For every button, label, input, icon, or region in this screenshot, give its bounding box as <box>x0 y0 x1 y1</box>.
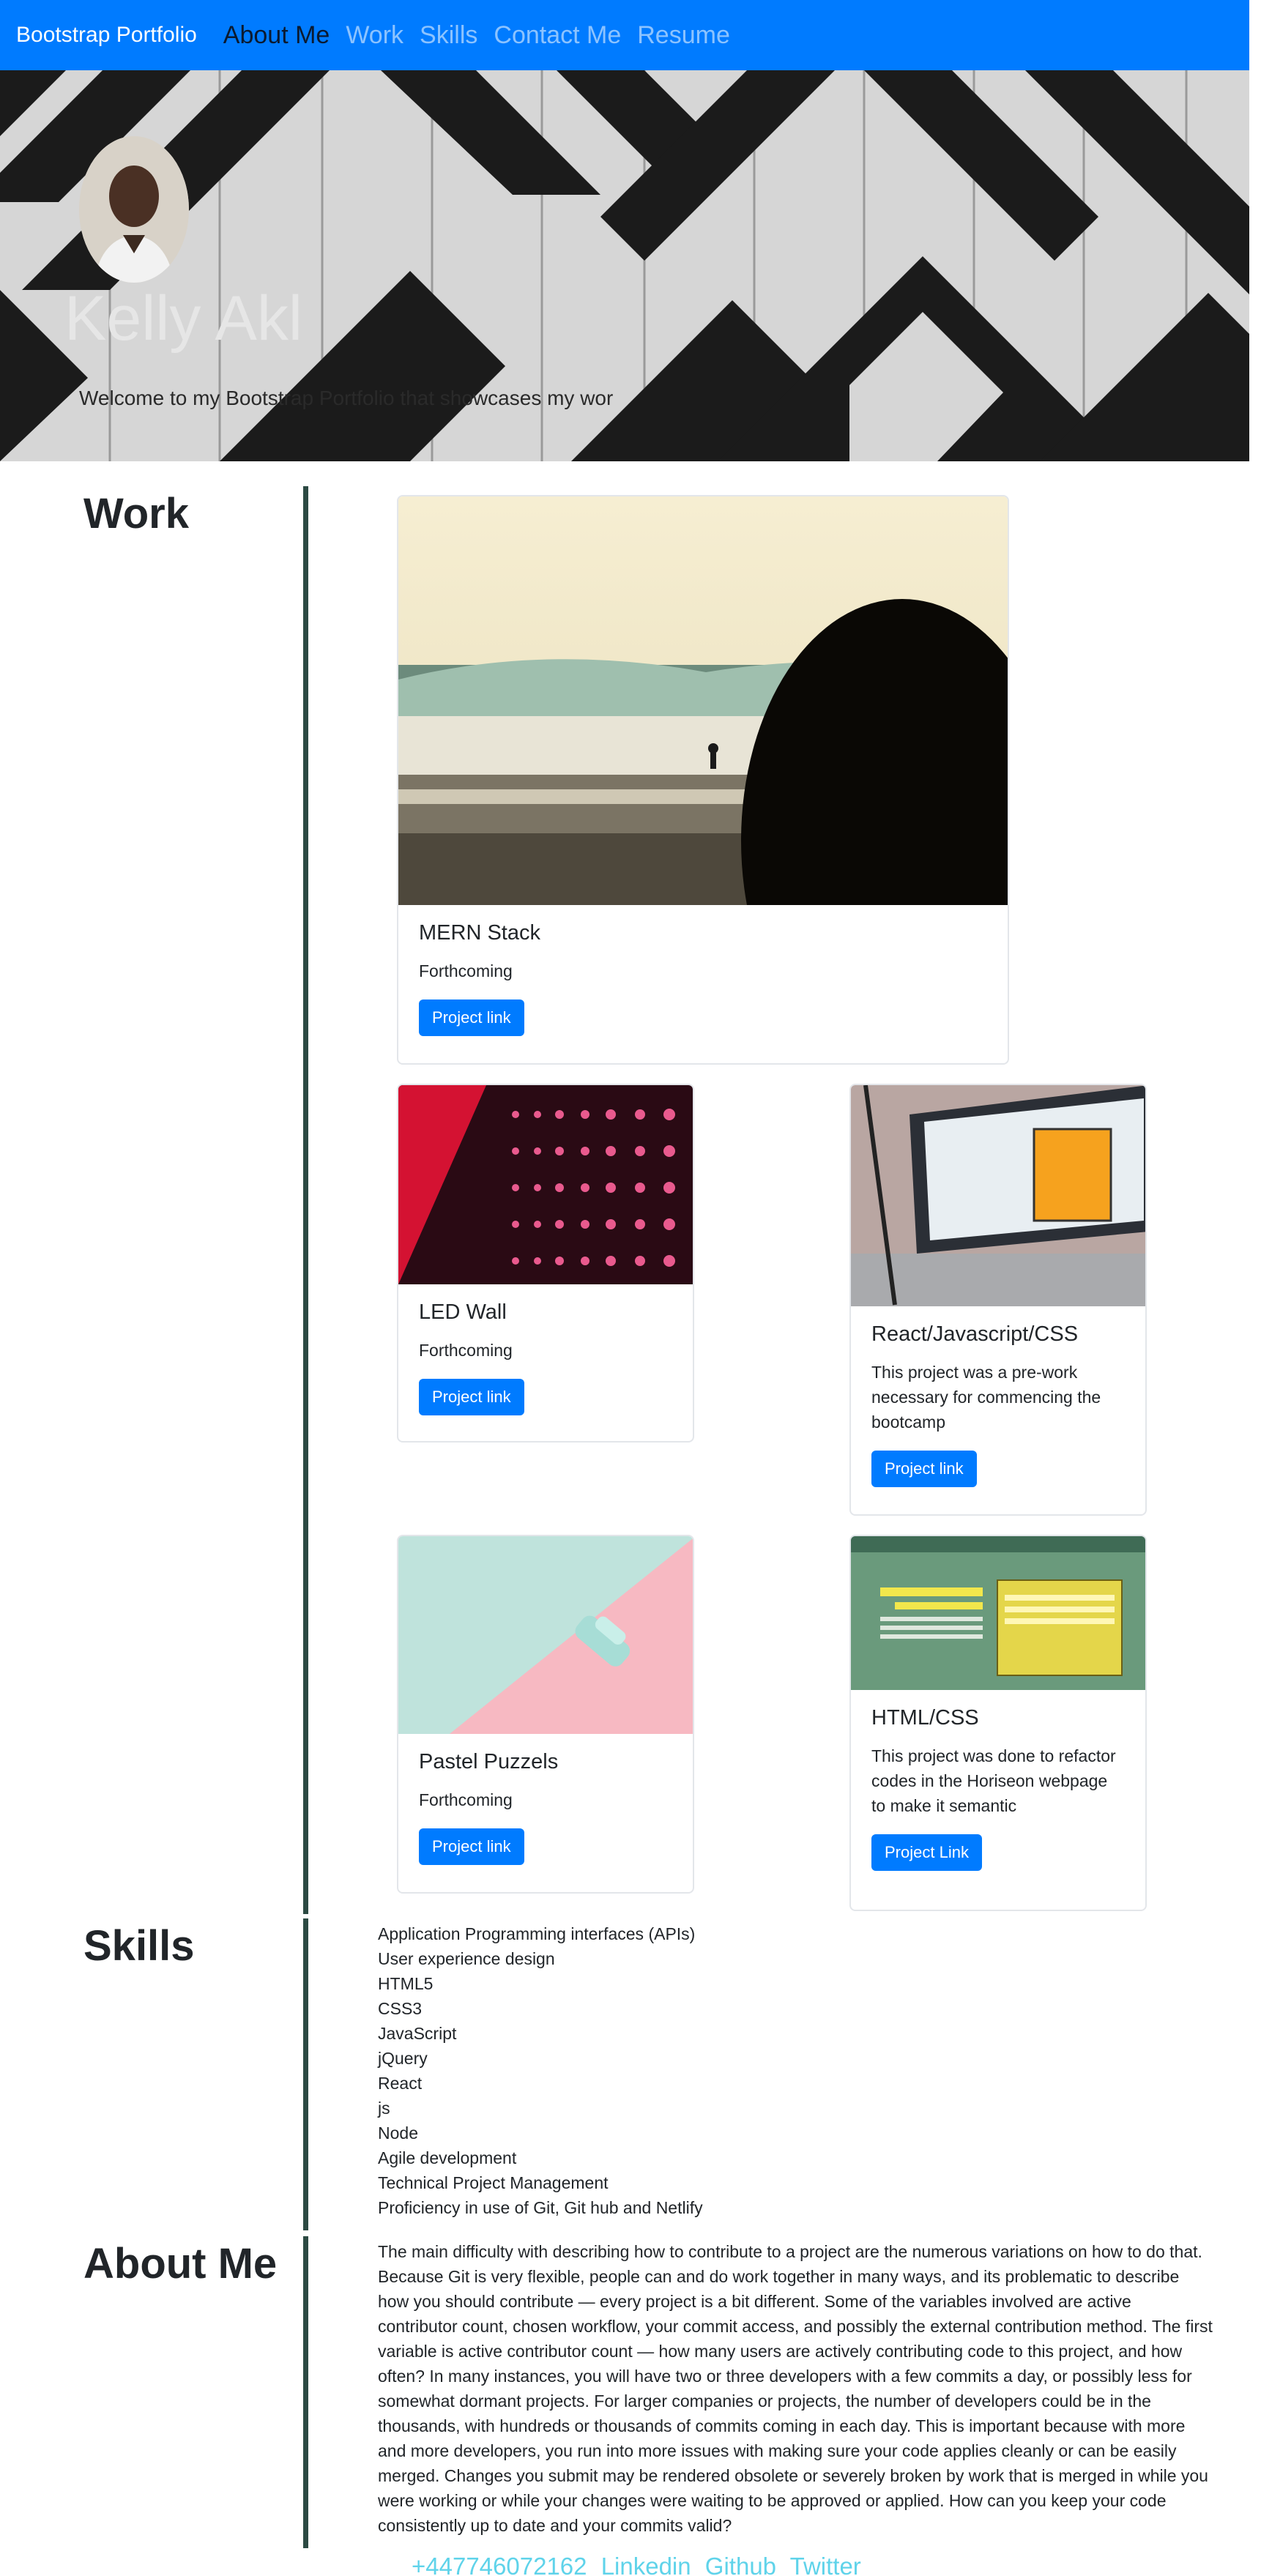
card-text: Forthcoming <box>419 1790 513 1809</box>
work-section-divider <box>303 486 308 1914</box>
work-card-led-wall: LED Wall Forthcoming Project link <box>397 1084 694 1443</box>
about-section-divider <box>303 2236 308 2548</box>
hero-intro: Welcome to my Bootstrap Portfolio that s… <box>79 387 614 409</box>
contact-links: +447746072162 Linkedin Github Twitter <box>412 2553 868 2576</box>
nav-link-contact-me[interactable]: Contact Me <box>494 21 621 50</box>
laptop-calculator-image <box>851 1085 1145 1306</box>
project-link-button[interactable]: Project link <box>419 999 524 1036</box>
skill-item: CSS3 <box>378 1999 423 2018</box>
skill-item: Agile development <box>378 2148 517 2167</box>
nav-link-work[interactable]: Work <box>346 21 403 50</box>
skills-list: Application Programming interfaces (APIs… <box>378 1921 703 2220</box>
led-wall-image <box>398 1085 693 1284</box>
skill-item: jQuery <box>378 2049 428 2068</box>
card-text: Forthcoming <box>419 1341 513 1360</box>
nav-link-resume[interactable]: Resume <box>637 21 730 50</box>
card-title: Pastel Puzzels <box>419 1750 559 1773</box>
skills-section-title: Skills <box>83 1922 195 1970</box>
contact-linkedin-link[interactable]: Linkedin <box>601 2553 691 2576</box>
skill-item: User experience design <box>378 1949 555 1968</box>
pastel-car-image <box>398 1536 693 1734</box>
about-text: The main difficulty with describing how … <box>378 2242 1213 2535</box>
card-title: HTML/CSS <box>871 1706 979 1730</box>
project-link-button[interactable]: Project Link <box>871 1834 982 1871</box>
skills-section-divider <box>303 1918 308 2230</box>
skill-item: Proficiency in use of Git, Git hub and N… <box>378 2198 703 2217</box>
contact-phone-link[interactable]: +447746072162 <box>412 2553 587 2576</box>
skill-item: React <box>378 2074 423 2093</box>
card-title: MERN Stack <box>419 921 540 945</box>
card-text: This project was a pre-work necessary fo… <box>871 1363 1101 1432</box>
project-link-button[interactable]: Project link <box>419 1828 524 1865</box>
skill-item: js <box>378 2099 390 2118</box>
contact-twitter-link[interactable]: Twitter <box>790 2553 861 2576</box>
project-link-button[interactable]: Project link <box>419 1379 524 1415</box>
card-text: Forthcoming <box>419 961 513 980</box>
work-section-title: Work <box>83 490 189 537</box>
card-title: React/Javascript/CSS <box>871 1322 1079 1346</box>
work-card-pastel-puzzels: Pastel Puzzels Forthcoming Project link <box>397 1535 694 1894</box>
card-text: This project was done to refactor codes … <box>871 1746 1116 1815</box>
skill-item: HTML5 <box>378 1974 434 1993</box>
skill-item: JavaScript <box>378 2024 457 2043</box>
hero-banner: Kelly Akl Welcome to my Bootstrap Portfo… <box>0 70 1249 461</box>
horiseon-webpage-image <box>851 1536 1145 1690</box>
project-link-button[interactable]: Project link <box>871 1451 977 1487</box>
profile-photo <box>79 136 189 283</box>
nav-link-skills[interactable]: Skills <box>420 21 477 50</box>
about-section-title: About Me <box>83 2240 278 2287</box>
navbar-brand[interactable]: Bootstrap Portfolio <box>16 23 197 48</box>
nav-link-about-me[interactable]: About Me <box>223 21 330 50</box>
work-card-html-css: HTML/CSS This project was done to refact… <box>849 1535 1147 1911</box>
navbar: Bootstrap Portfolio About Me Work Skills… <box>0 0 1249 70</box>
contact-github-link[interactable]: Github <box>705 2553 776 2576</box>
work-card-react-javascript-css: React/Javascript/CSS This project was a … <box>849 1084 1147 1516</box>
skill-item: Application Programming interfaces (APIs… <box>378 1924 696 1943</box>
work-card-mern-stack: MERN Stack Forthcoming Project link <box>397 495 1009 1065</box>
card-title: LED Wall <box>419 1300 507 1324</box>
skill-item: Technical Project Management <box>378 2173 609 2192</box>
surfer-image <box>398 496 1008 905</box>
skill-item: Node <box>378 2123 418 2143</box>
hero-name: Kelly Akl <box>64 283 299 354</box>
